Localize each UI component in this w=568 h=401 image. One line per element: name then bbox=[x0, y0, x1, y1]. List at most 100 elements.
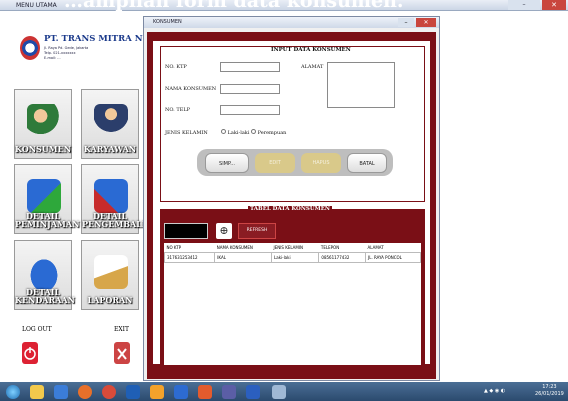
exit-button[interactable] bbox=[114, 342, 130, 364]
report-icon bbox=[94, 255, 128, 289]
exit-label: EXIT bbox=[114, 326, 130, 333]
column-header[interactable]: NO KTP bbox=[165, 243, 215, 253]
table-section: TABEL DATA KONSUMEN ⊕ REFRESH NO KTP NAM… bbox=[160, 206, 425, 369]
close-button[interactable]: ✕ bbox=[416, 18, 436, 27]
taskbar: ▲ ◆ ◉ ◐ 17:23 26/01/2019 bbox=[0, 382, 568, 401]
menu-laporan-button[interactable]: LAPORAN bbox=[81, 240, 139, 310]
logout-button[interactable] bbox=[22, 342, 38, 364]
delete-label: HAPUS bbox=[312, 160, 330, 166]
column-header[interactable]: TELEPON bbox=[319, 243, 366, 253]
cancel-label: BATAL bbox=[359, 161, 375, 167]
table-cell: Laki-laki bbox=[271, 252, 320, 263]
column-header[interactable]: JENIS KELAMIN bbox=[272, 243, 319, 253]
document-heading: …ampilan form data konsumen. bbox=[64, 0, 404, 12]
search-icon[interactable]: ⊕ bbox=[216, 223, 232, 239]
gender-male-option[interactable]: Laki-laki bbox=[221, 129, 249, 136]
table-row[interactable]: 317631253412 IKAL Laki-laki 08561177432 … bbox=[163, 252, 421, 263]
save-button[interactable]: SIMP... bbox=[205, 153, 249, 173]
table-cell: IKAL bbox=[214, 252, 273, 263]
car-return-icon bbox=[94, 179, 128, 213]
car-icon bbox=[27, 255, 61, 289]
table-cell: JL. RAYA PONCOL bbox=[365, 252, 421, 263]
clock[interactable]: 17:23 26/01/2019 bbox=[535, 384, 564, 398]
app-icon[interactable] bbox=[272, 385, 286, 399]
no-ktp-label: NO. KTP bbox=[165, 64, 187, 70]
konsumen-window-title: KONSUMEN bbox=[153, 19, 182, 25]
alamat-label: ALAMAT bbox=[301, 64, 324, 70]
nama-konsumen-label: NAMA KONSUMEN bbox=[165, 86, 217, 92]
column-header[interactable]: ALAMAT bbox=[366, 243, 421, 253]
konsumen-window: KONSUMEN – ✕ INPUT DATA KONSUMEN NO. KTP… bbox=[143, 16, 440, 381]
save-label: SIMP... bbox=[219, 161, 235, 167]
nama-konsumen-field[interactable] bbox=[220, 84, 280, 94]
netbeans-icon[interactable] bbox=[174, 385, 188, 399]
opera-icon[interactable] bbox=[102, 385, 116, 399]
no-ktp-field[interactable] bbox=[220, 62, 280, 72]
search-input[interactable] bbox=[164, 223, 208, 239]
delete-button[interactable]: HAPUS bbox=[301, 153, 341, 173]
logout-label: LOG OUT bbox=[22, 326, 52, 333]
tray-icons[interactable]: ▲ ◆ ◉ ◐ bbox=[484, 388, 505, 394]
firefox-icon[interactable] bbox=[78, 385, 92, 399]
start-icon[interactable] bbox=[6, 385, 20, 399]
menu-karyawan-button[interactable]: KARYAWAN bbox=[81, 89, 139, 159]
minimize-button[interactable]: – bbox=[508, 0, 540, 10]
exit-icon bbox=[117, 348, 127, 360]
folder-icon[interactable] bbox=[30, 385, 44, 399]
column-header[interactable]: NAMA KONSUMEN bbox=[215, 243, 272, 253]
power-icon bbox=[24, 347, 36, 360]
gender-male-label: Laki-laki bbox=[227, 130, 250, 136]
company-logo bbox=[20, 36, 40, 60]
employee-icon bbox=[94, 104, 128, 138]
word-icon[interactable] bbox=[246, 385, 260, 399]
vb-icon[interactable] bbox=[222, 385, 236, 399]
app-icon[interactable] bbox=[126, 385, 140, 399]
gender-female-option[interactable]: Perempuan bbox=[251, 129, 286, 136]
form-panel: INPUT DATA KONSUMEN NO. KTP NAMA KONSUME… bbox=[152, 40, 431, 369]
cancel-button[interactable]: BATAL bbox=[347, 153, 387, 173]
menu-laporan-label: LAPORAN bbox=[87, 295, 133, 305]
menu-konsumen-button[interactable]: KONSUMEN bbox=[14, 89, 72, 159]
menu-detail-kendaraan-button[interactable]: DETAIL KENDARAAN bbox=[14, 240, 75, 310]
menu-detail-pengembalian-button[interactable]: DETAIL PENGEMBALIAN bbox=[81, 164, 160, 234]
close-button[interactable]: ✕ bbox=[542, 0, 566, 10]
clock-date: 26/01/2019 bbox=[535, 391, 564, 397]
radio-icon[interactable] bbox=[221, 129, 226, 134]
menu-peminjaman-label-2: PEMINJAMAN bbox=[15, 219, 80, 229]
menu-detail-peminjaman-button[interactable]: DETAIL PEMINJAMAN bbox=[14, 164, 80, 234]
customer-icon bbox=[27, 104, 61, 138]
powerpoint-icon[interactable] bbox=[198, 385, 212, 399]
gender-female-label: Perempuan bbox=[257, 130, 287, 136]
menu-kendaraan-label-2: KENDARAAN bbox=[15, 295, 75, 305]
menu-konsumen-label: KONSUMEN bbox=[15, 144, 72, 154]
table-section-title: TABEL DATA KONSUMEN bbox=[248, 206, 332, 212]
ie-icon[interactable] bbox=[54, 385, 68, 399]
customer-table[interactable]: NO KTP NAMA KONSUMEN JENIS KELAMIN TELEP… bbox=[163, 243, 421, 365]
no-telp-field[interactable] bbox=[220, 105, 280, 115]
konsumen-titlebar[interactable]: KONSUMEN – ✕ bbox=[144, 17, 439, 28]
input-section-title: INPUT DATA KONSUMEN bbox=[269, 47, 353, 53]
table-header-row: NO KTP NAMA KONSUMEN JENIS KELAMIN TELEP… bbox=[165, 243, 421, 253]
clock-time: 17:23 bbox=[542, 384, 557, 390]
table-cell: 317631253412 bbox=[163, 252, 216, 263]
input-section: INPUT DATA KONSUMEN NO. KTP NAMA KONSUME… bbox=[160, 46, 425, 202]
menu-pengembalian-label-2: PENGEMBALIAN bbox=[82, 219, 160, 229]
edit-button[interactable]: EDIT bbox=[255, 153, 295, 173]
main-window-title: MENU UTAMA bbox=[16, 2, 57, 9]
app-icon[interactable] bbox=[150, 385, 164, 399]
edit-label: EDIT bbox=[269, 160, 281, 166]
refresh-button[interactable]: REFRESH bbox=[238, 223, 276, 239]
menu-karyawan-label: KARYAWAN bbox=[83, 144, 137, 154]
alamat-field[interactable] bbox=[327, 62, 395, 108]
no-telp-label: NO. TELP bbox=[165, 107, 191, 113]
radio-icon[interactable] bbox=[251, 129, 256, 134]
company-address-line: Telp. 021-xxxxxxx bbox=[44, 51, 76, 55]
company-address-line: E-mail: ... bbox=[44, 56, 61, 60]
action-button-bar: SIMP... EDIT HAPUS BATAL bbox=[197, 149, 393, 176]
car-rent-icon bbox=[27, 179, 61, 213]
refresh-label: REFRESH bbox=[246, 228, 268, 233]
table-cell: 08561177432 bbox=[318, 252, 367, 263]
company-address-line: Jl. Raya Pd. Gede, Jakarta bbox=[44, 46, 89, 50]
minimize-button[interactable]: – bbox=[398, 18, 414, 27]
jenis-kelamin-label: JENIS KELAMIN bbox=[165, 130, 208, 136]
